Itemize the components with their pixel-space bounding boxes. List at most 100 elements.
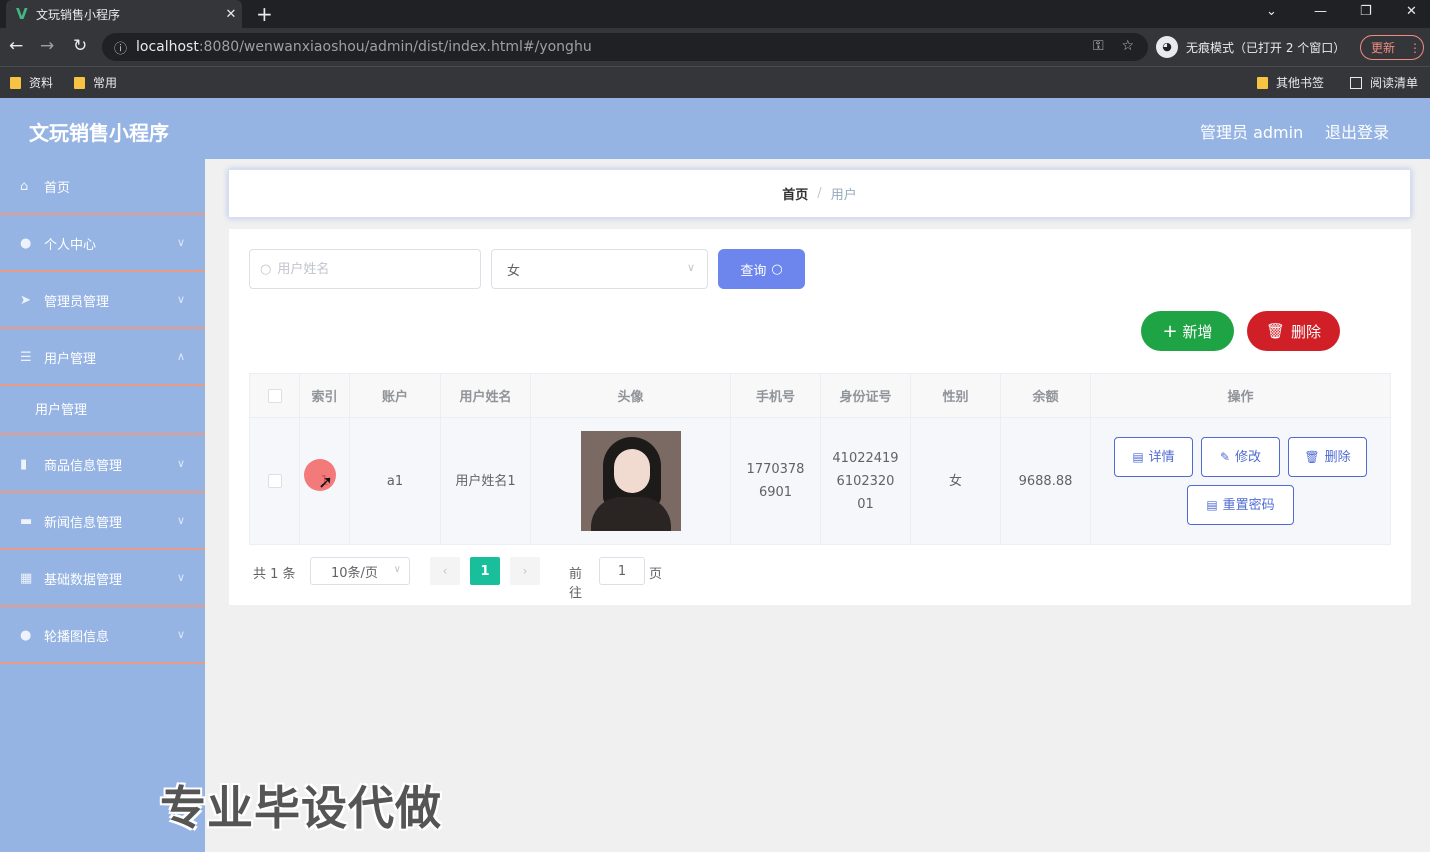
other-bookmarks[interactable]: 其他书签 [1257, 74, 1324, 91]
sidebar-item-admins[interactable]: ➤ 管理员管理 ∨ [0, 273, 205, 329]
next-page-button[interactable]: › [510, 557, 540, 585]
detail-button[interactable]: ▤ 详情 [1114, 437, 1193, 477]
column-header: 手机号 [731, 374, 821, 417]
checkbox[interactable] [267, 474, 282, 488]
page-size-select[interactable]: 10条/页 ∨ [310, 557, 410, 585]
tab-search-icon[interactable]: ⌄ [1266, 4, 1277, 19]
avatar[interactable] [580, 431, 681, 531]
url-path: :8080/wenwanxiaoshou/admin/dist/index.ht… [198, 39, 592, 55]
close-window-icon[interactable]: ✕ [1406, 4, 1417, 19]
bar-chart-icon: ▮ [20, 456, 28, 472]
bookmark-star-icon[interactable]: ⚿ ☆ [1093, 38, 1134, 54]
sidebar-item-label: 用户管理 [35, 402, 88, 418]
chevron-down-icon: ∨ [176, 236, 185, 249]
page-number-active[interactable]: 1 [470, 557, 500, 585]
address-bar[interactable]: ⓘ localhost :8080/wenwanxiaoshou/admin/d… [102, 33, 1148, 61]
sidebar-subitem-users[interactable]: 用户管理 [0, 383, 205, 435]
prev-page-button[interactable]: ‹ [430, 557, 460, 585]
monitor-icon: ▬ [20, 513, 33, 529]
row-delete-button[interactable]: 🗑 删除 [1288, 437, 1367, 477]
forward-icon[interactable]: → [40, 36, 54, 56]
vue-logo-icon: V [16, 5, 28, 23]
query-button[interactable]: 查询 ○ [718, 249, 805, 289]
bookmarks-bar: 资料 常用 其他书签 阅读清单 [0, 66, 1430, 98]
sidebar: ⌂ 首页 ● 个人中心 ∨ ➤ 管理员管理 ∨ ☰ 用户管理 ∧ 用户管理 ▮ … [0, 159, 205, 852]
close-tab-icon[interactable]: ✕ [220, 7, 242, 22]
incognito-icon: ◕ [1156, 36, 1178, 58]
restore-icon[interactable]: ❐ [1360, 4, 1372, 19]
edit-button[interactable]: ✎ 修改 [1201, 437, 1280, 477]
column-header: 索引 [300, 374, 350, 417]
column-header: 身份证号 [821, 374, 911, 417]
sidebar-item-label: 用户管理 [44, 351, 97, 367]
column-header: 操作 [1227, 390, 1254, 405]
new-tab-icon[interactable]: + [256, 2, 273, 26]
logout-link[interactable]: 退出登录 [1325, 119, 1389, 143]
sidebar-item-carousel[interactable]: ● 轮播图信息 ∨ [0, 608, 205, 664]
chevron-right-icon: › [522, 564, 528, 578]
app-title: 文玩销售小程序 [29, 121, 169, 145]
list-icon: ☰ [20, 349, 32, 365]
folder-icon [74, 76, 85, 89]
document-icon: ▤ [1132, 449, 1144, 464]
name-search-field[interactable]: ○ [249, 249, 481, 289]
chevron-down-icon: ∨ [686, 261, 695, 274]
name-search-input[interactable] [277, 261, 468, 277]
incognito-indicator[interactable]: ◕ 无痕模式（已打开 2 个窗口） [1156, 36, 1345, 58]
bookmark-label: 阅读清单 [1370, 76, 1419, 90]
reading-list[interactable]: 阅读清单 [1350, 74, 1418, 91]
sidebar-item-home[interactable]: ⌂ 首页 [0, 159, 205, 215]
breadcrumb-home[interactable]: 首页 [782, 184, 808, 203]
cell-name: 用户姓名1 [441, 418, 531, 544]
sex-select-value: 女 [507, 263, 521, 279]
sidebar-item-basic-data[interactable]: ▦ 基础数据管理 ∨ [0, 551, 205, 607]
back-icon[interactable]: ← [9, 36, 23, 56]
sidebar-item-profile[interactable]: ● 个人中心 ∨ [0, 216, 205, 272]
home-icon: ⌂ [20, 178, 29, 194]
trash-icon: 🗑 [1265, 322, 1286, 340]
checkbox[interactable] [267, 388, 282, 403]
browser-tab[interactable]: V 文玩销售小程序 ✕ [6, 0, 242, 28]
reload-icon[interactable]: ↻ [73, 36, 87, 56]
bookmark-label: 常用 [93, 76, 118, 90]
chevron-down-icon: ∨ [176, 514, 185, 527]
sidebar-item-label: 个人中心 [44, 237, 97, 253]
sidebar-item-news[interactable]: ▬ 新闻信息管理 ∨ [0, 494, 205, 550]
batch-delete-button[interactable]: 🗑 删除 [1247, 311, 1340, 351]
sex-select[interactable]: 女 ∨ [491, 249, 708, 289]
goto-page-input[interactable] [599, 557, 645, 585]
table-row: 1 a1 用户姓名1 17703786901 410224196102320 0… [250, 418, 1390, 544]
page-size-value: 10条/页 [331, 565, 378, 581]
add-label: 新增 [1182, 322, 1213, 341]
row-delete-label: 删除 [1324, 449, 1351, 465]
breadcrumb-current: 用户 [830, 188, 857, 203]
header-select-all[interactable] [250, 374, 300, 417]
update-button[interactable]: 更新 ⋮ [1360, 35, 1424, 60]
cell-sex: 女 [911, 418, 1001, 544]
row-select[interactable] [250, 418, 300, 544]
browser-tab-strip: V 文玩销售小程序 ✕ + ⌄ — ❐ ✕ [0, 0, 1430, 28]
reset-password-button[interactable]: ▤ 重置密码 [1187, 485, 1294, 525]
minimize-icon[interactable]: — [1314, 4, 1327, 19]
sidebar-item-label: 管理员管理 [44, 294, 110, 310]
chevron-down-icon: ∨ [176, 293, 185, 306]
sidebar-item-label: 基础数据管理 [44, 572, 123, 588]
cell-avatar [531, 418, 731, 544]
add-button[interactable]: + 新增 [1141, 311, 1234, 351]
column-header: 账户 [350, 374, 441, 417]
sidebar-item-users[interactable]: ☰ 用户管理 ∧ [0, 330, 205, 386]
page-suffix-label: 页 [649, 567, 663, 582]
url-host: localhost [136, 39, 199, 55]
bookmark-folder-changyong[interactable]: 常用 [74, 74, 117, 91]
sidebar-item-products[interactable]: ▮ 商品信息管理 ∨ [0, 437, 205, 493]
site-info-icon[interactable]: ⓘ [114, 38, 136, 57]
update-label: 更新 [1371, 41, 1396, 55]
bookmark-folder-ziliao[interactable]: 资料 [10, 74, 53, 91]
bookmark-label: 资料 [29, 76, 54, 90]
chevron-left-icon: ‹ [442, 564, 448, 578]
pagination-total: 共 1 条 [253, 567, 296, 582]
tab-title: 文玩销售小程序 [36, 7, 121, 22]
current-user: 管理员 admin [1200, 123, 1304, 142]
delete-label: 删除 [1291, 322, 1322, 341]
folder-icon [1257, 76, 1268, 89]
